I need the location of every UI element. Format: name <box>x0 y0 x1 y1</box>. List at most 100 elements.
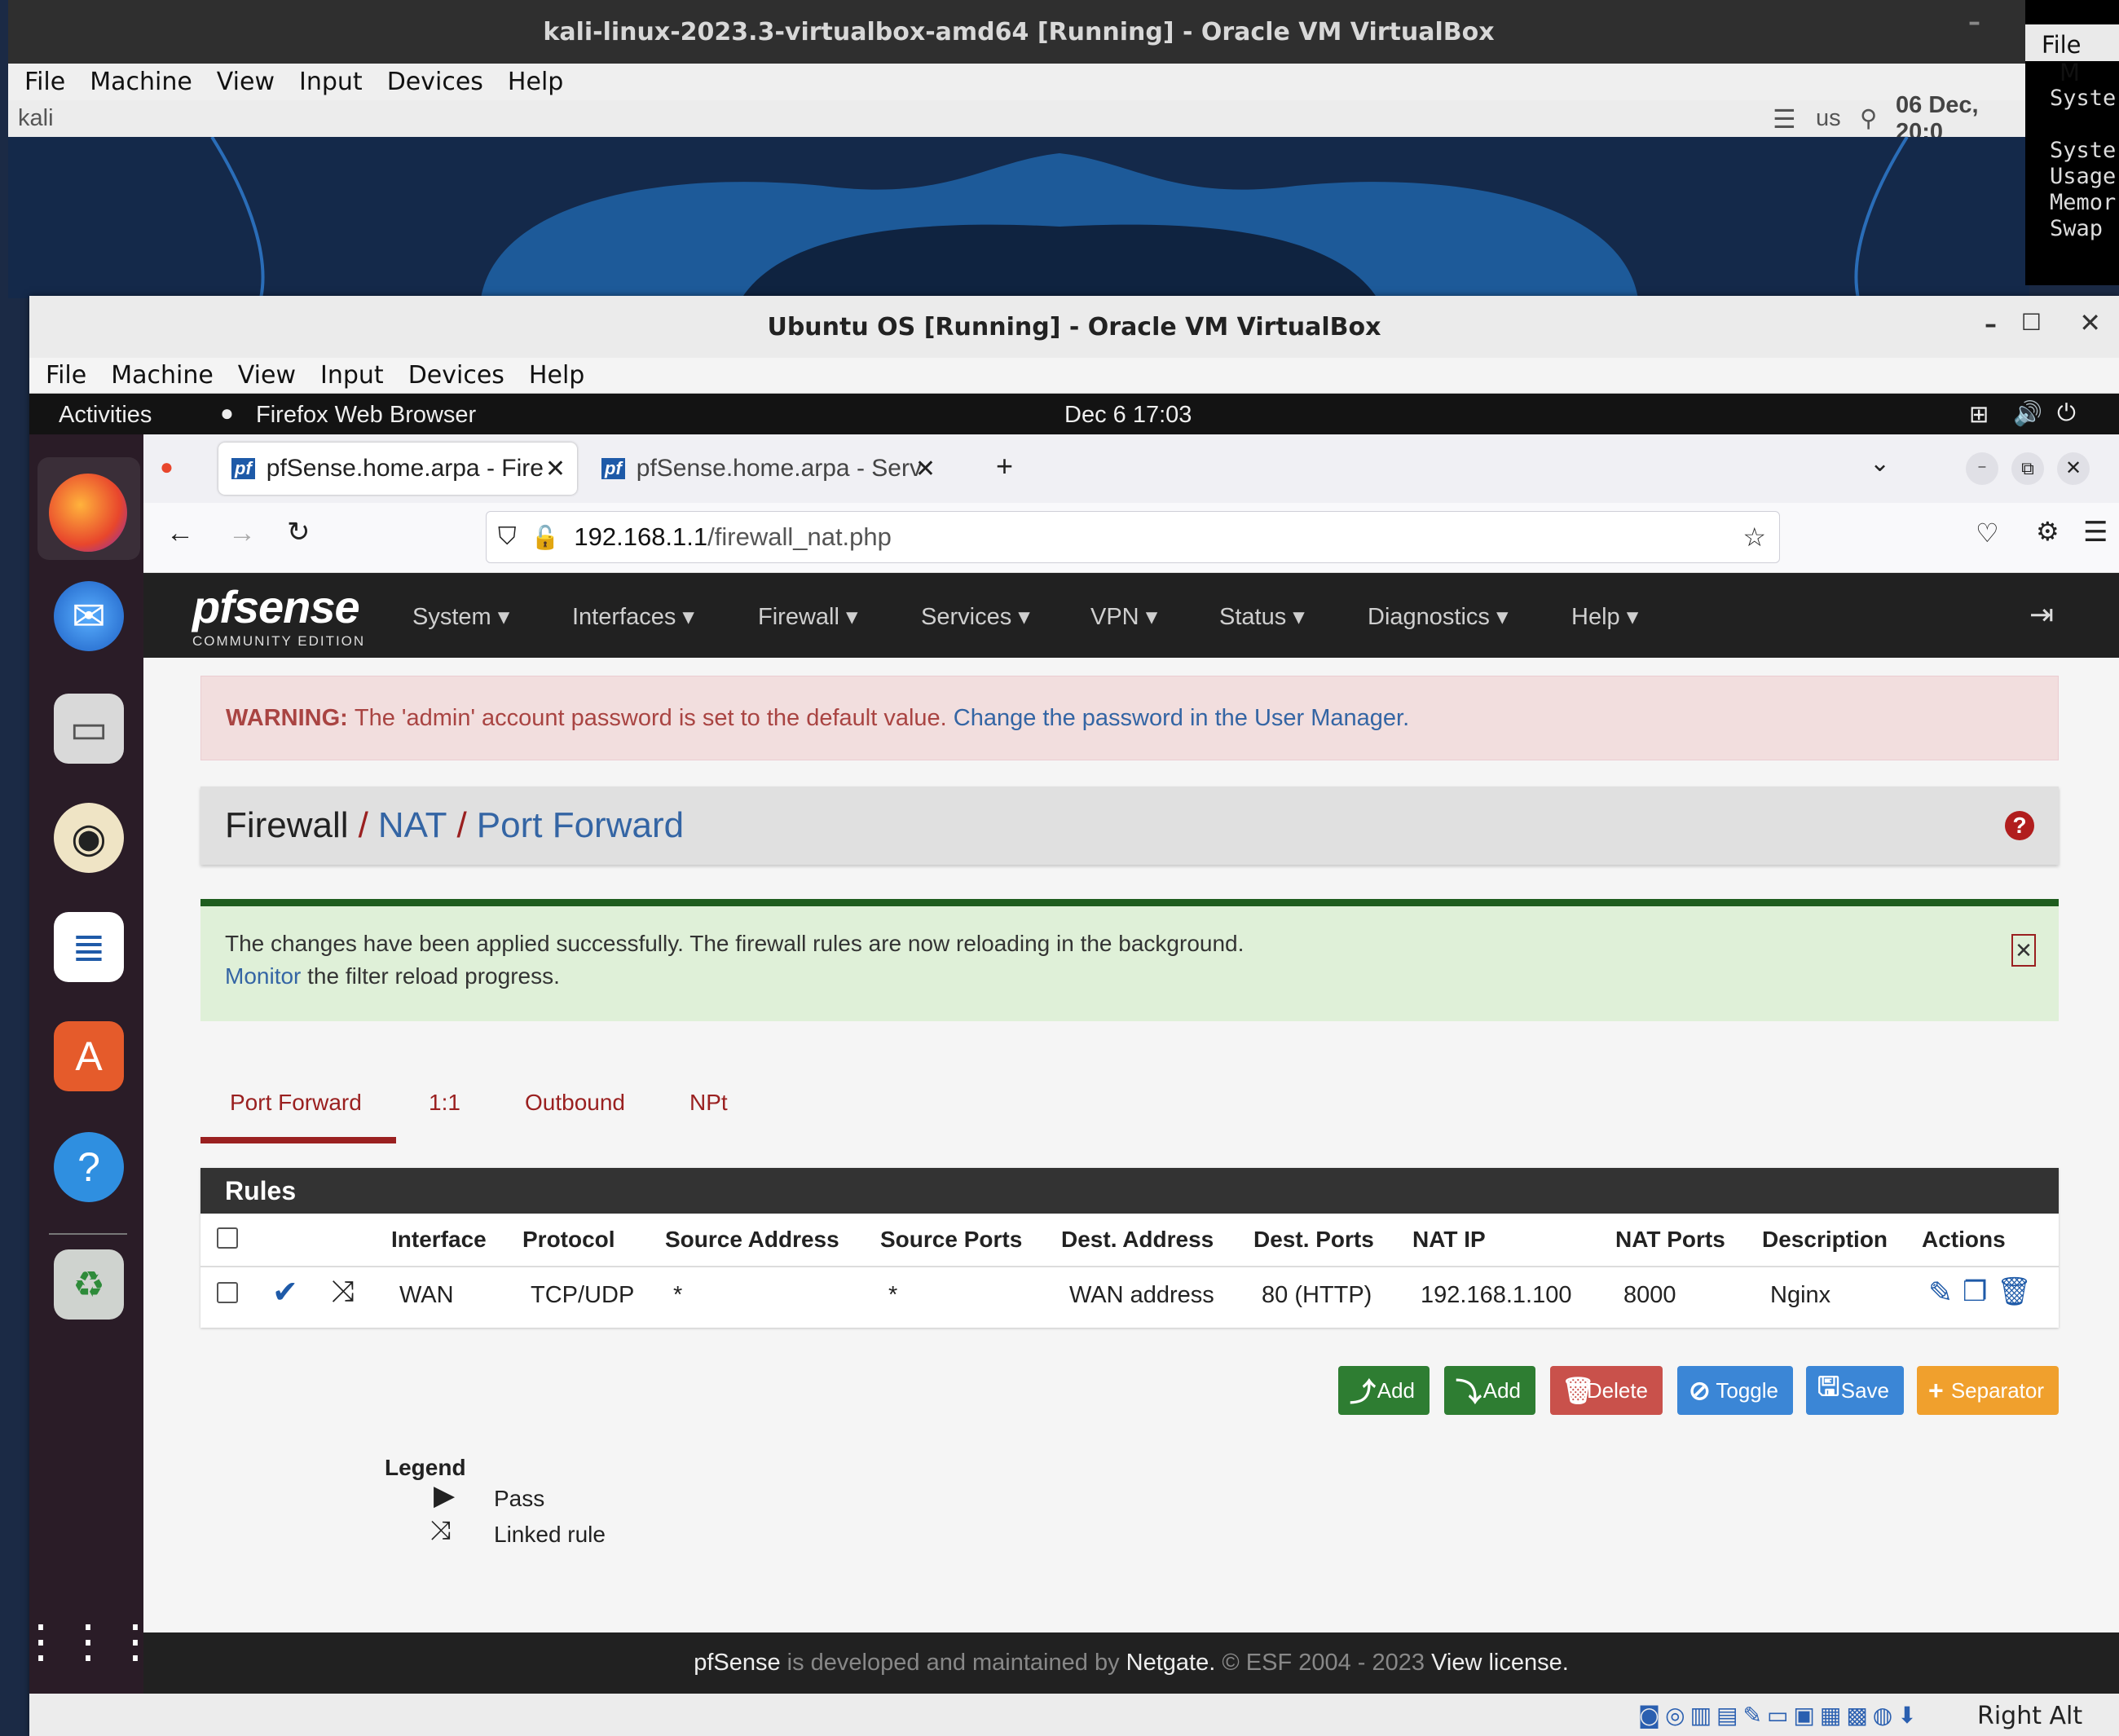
insecure-lock-icon[interactable]: 🔓 <box>531 524 560 551</box>
row-checkbox[interactable] <box>217 1282 238 1303</box>
app-center-icon[interactable]: A <box>54 1021 124 1091</box>
tab-outbound[interactable]: Outbound <box>525 1090 625 1116</box>
add-bottom-button[interactable]: ⤵ Add <box>1444 1366 1535 1415</box>
warning-alert: WARNING: The 'admin' account password is… <box>200 676 2059 760</box>
menu-machine[interactable]: Machine <box>111 361 214 390</box>
firefox-small-icon: ● <box>220 400 234 425</box>
crumb-nat[interactable]: NAT <box>378 805 447 846</box>
right-menu-m[interactable]: M <box>2060 59 2080 86</box>
kali-kb-layout[interactable]: us <box>1816 105 1841 132</box>
edit-pencil-icon[interactable]: ✎ <box>1928 1276 1953 1310</box>
nav-status[interactable]: Status ▾ <box>1219 602 1305 631</box>
menu-file[interactable]: File <box>46 361 86 390</box>
firefox-view-icon[interactable]: ● <box>160 454 174 480</box>
list-tabs-icon[interactable]: ⌄ <box>1870 449 1890 478</box>
tab-close-icon[interactable]: ✕ <box>545 455 566 483</box>
kali-menu-devices[interactable]: Devices <box>387 68 483 96</box>
forward-icon[interactable]: → <box>228 518 256 549</box>
extensions-icon[interactable]: ⚙ <box>2036 516 2060 547</box>
kali-menu-machine[interactable]: Machine <box>90 68 192 96</box>
logout-icon[interactable]: ⇥ <box>2029 597 2054 632</box>
back-icon[interactable]: ← <box>166 518 194 549</box>
pocket-icon[interactable]: ♡ <box>1976 518 1999 549</box>
ff-minimize-icon[interactable]: – <box>1966 452 1998 485</box>
ff-restore-icon[interactable]: ⧉ <box>2011 452 2044 485</box>
nav-diagnostics[interactable]: Diagnostics ▾ <box>1368 602 1509 631</box>
toggle-button[interactable]: ⊘ Toggle <box>1677 1366 1793 1415</box>
help-question-icon[interactable]: ? <box>2005 811 2034 840</box>
help-icon[interactable]: ? <box>54 1132 124 1202</box>
activities-button[interactable]: Activities <box>59 402 152 429</box>
pfsense-logo[interactable]: pfsense COMMUNITY EDITION <box>192 584 365 650</box>
crumb-port-forward[interactable]: Port Forward <box>477 805 684 846</box>
monitor-link[interactable]: Monitor <box>225 963 301 989</box>
menu-help[interactable]: Help <box>529 361 584 390</box>
select-all-checkbox[interactable] <box>217 1227 238 1249</box>
delete-button[interactable]: 🗑 Delete <box>1550 1366 1663 1415</box>
right-menu-file[interactable]: File <box>2042 31 2082 59</box>
button-label: Toggle <box>1716 1377 1778 1403</box>
change-password-link[interactable]: Change the password in the User Manager. <box>954 705 1409 732</box>
tab-close-icon[interactable]: ✕ <box>915 455 936 483</box>
footer-license-link[interactable]: View license. <box>1431 1650 1569 1677</box>
minimize-icon[interactable]: – <box>1985 311 1997 339</box>
cell-interface: WAN <box>399 1282 454 1308</box>
nav-help[interactable]: Help ▾ <box>1571 602 1638 631</box>
tab-npt[interactable]: NPt <box>689 1090 728 1116</box>
pass-check-icon[interactable]: ✔ <box>272 1274 298 1311</box>
kali-menu-file[interactable]: File <box>24 68 65 96</box>
nav-interfaces[interactable]: Interfaces ▾ <box>572 602 694 631</box>
tab-pfsense-serv[interactable]: pf pfSense.home.arpa - Serv ✕ <box>588 443 947 495</box>
kali-top-panel: kali ☰ us ⚲ 06 Dec, 20:0 <box>8 92 2029 145</box>
footer-brand[interactable]: pfSense <box>694 1650 780 1677</box>
add-top-button[interactable]: ⤴ Add <box>1338 1366 1430 1415</box>
nav-services[interactable]: Services ▾ <box>921 602 1030 631</box>
close-icon[interactable]: ✕ <box>2079 307 2101 338</box>
ubuntu-vm-titlebar: Ubuntu OS [Running] - Oracle VM VirtualB… <box>29 296 2119 358</box>
volume-icon[interactable]: 🔊 <box>2013 400 2042 428</box>
reload-icon[interactable]: ↻ <box>287 516 311 549</box>
gnome-clock[interactable]: Dec 6 17:03 <box>1064 402 1192 429</box>
ff-close-icon[interactable]: ✕ <box>2057 452 2090 485</box>
show-apps-icon[interactable]: ⋮⋮⋮ <box>29 1606 158 1677</box>
rhythmbox-icon[interactable]: ◉ <box>54 803 124 873</box>
menu-devices[interactable]: Devices <box>408 361 504 390</box>
copy-icon[interactable]: ❐ <box>1963 1276 1987 1308</box>
menu-view[interactable]: View <box>238 361 296 390</box>
kali-minimize-icon[interactable]: – <box>1968 8 1980 37</box>
menu-input[interactable]: Input <box>320 361 384 390</box>
writer-icon[interactable]: ≣ <box>54 912 124 982</box>
bookmark-star-icon[interactable]: ☆ <box>1742 522 1766 553</box>
nav-firewall[interactable]: Firewall ▾ <box>758 602 858 631</box>
url-bar[interactable]: ⛉ 🔓 192.168.1.1/firewall_nat.php ☆ <box>486 511 1780 563</box>
tab-1to1[interactable]: 1:1 <box>429 1090 460 1116</box>
kali-menu-input[interactable]: Input <box>299 68 363 96</box>
tab-port-forward[interactable]: Port Forward <box>230 1090 362 1116</box>
separator-button[interactable]: + Separator <box>1917 1366 2059 1415</box>
hamburger-menu-icon[interactable]: ☰ <box>2083 516 2108 549</box>
cell-source-ports: * <box>888 1282 898 1308</box>
tab-title: pfSense.home.arpa - Serv <box>636 455 922 482</box>
kali-menu-icon[interactable]: ☰ <box>1773 104 1796 134</box>
files-icon[interactable]: ▭ <box>54 694 124 764</box>
trash-icon[interactable]: ♻ <box>54 1249 124 1320</box>
app-menu[interactable]: Firefox Web Browser <box>256 402 476 429</box>
dismiss-alert-icon[interactable]: ✕ <box>2011 934 2036 967</box>
power-icon[interactable]: ⏻ <box>2057 400 2076 427</box>
thunderbird-icon[interactable]: ✉ <box>54 581 124 651</box>
trash-icon[interactable]: 🗑 <box>1997 1276 2032 1308</box>
vbox-status-icons[interactable]: ◙◎▥▤✎▭▣▦▩◍⬇ <box>1638 1702 1922 1729</box>
nav-vpn[interactable]: VPN ▾ <box>1090 602 1157 631</box>
network-icon[interactable]: ⊞ <box>1969 400 1989 429</box>
kali-menu-view[interactable]: View <box>217 68 275 96</box>
footer-netgate[interactable]: Netgate. <box>1126 1650 1216 1677</box>
new-tab-icon[interactable]: + <box>996 449 1013 483</box>
shield-icon[interactable]: ⛉ <box>498 523 517 551</box>
firefox-icon[interactable] <box>49 474 127 552</box>
nav-system[interactable]: System ▾ <box>412 602 509 631</box>
kali-menu-help[interactable]: Help <box>508 68 563 96</box>
kali-accessibility-icon[interactable]: ⚲ <box>1860 104 1877 133</box>
save-button[interactable]: 🖫 Save <box>1806 1366 1904 1415</box>
maximize-icon[interactable]: ☐ <box>2021 309 2042 336</box>
tab-pfsense-fire[interactable]: pf pfSense.home.arpa - Fire ✕ <box>218 443 577 495</box>
